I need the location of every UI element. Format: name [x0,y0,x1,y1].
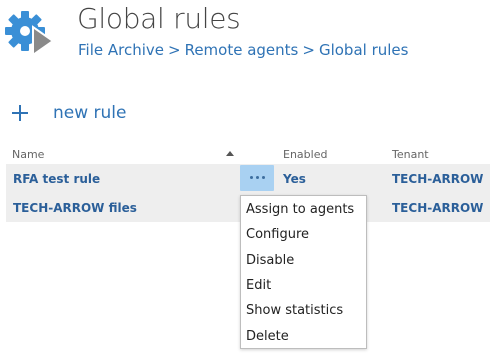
new-rule-label: new rule [53,103,127,123]
table-header: Name Enabled Tenant [6,144,490,164]
menu-item-delete[interactable]: Delete [246,329,289,344]
menu-item-assign-to-agents[interactable]: Assign to agents [246,202,354,217]
breadcrumb-global-rules[interactable]: Global rules [319,41,409,59]
rule-tenant: TECH-ARROW [392,172,484,186]
column-header-enabled[interactable]: Enabled [283,148,327,161]
plus-icon [12,105,28,121]
breadcrumb-remote-agents[interactable]: Remote agents [185,41,299,59]
rule-enabled: Yes [283,172,306,186]
menu-item-edit[interactable]: Edit [246,278,271,293]
new-rule-button[interactable]: new rule [12,100,127,126]
app-icon [3,5,55,57]
menu-item-configure[interactable]: Configure [246,227,309,242]
rule-tenant: TECH-ARROW [392,201,484,215]
breadcrumb: File Archive > Remote agents > Global rules [78,41,408,59]
breadcrumb-separator: > [302,41,315,59]
rule-name[interactable]: RFA test rule [13,172,100,186]
column-header-name[interactable]: Name [12,148,44,161]
page-title: Global rules [77,2,241,35]
column-header-tenant[interactable]: Tenant [392,148,429,161]
breadcrumb-file-archive[interactable]: File Archive [78,41,164,59]
context-menu: Assign to agents Configure Disable Edit … [240,195,367,349]
gear-play-icon [5,11,55,57]
sort-ascending-icon[interactable] [226,151,234,156]
more-actions-button[interactable] [240,165,274,191]
table-row[interactable]: RFA test rule Yes TECH-ARROW [6,164,490,193]
menu-item-disable[interactable]: Disable [246,253,294,268]
breadcrumb-separator: > [168,41,181,59]
rule-name[interactable]: TECH-ARROW files [13,201,137,215]
menu-item-show-statistics[interactable]: Show statistics [246,303,343,318]
